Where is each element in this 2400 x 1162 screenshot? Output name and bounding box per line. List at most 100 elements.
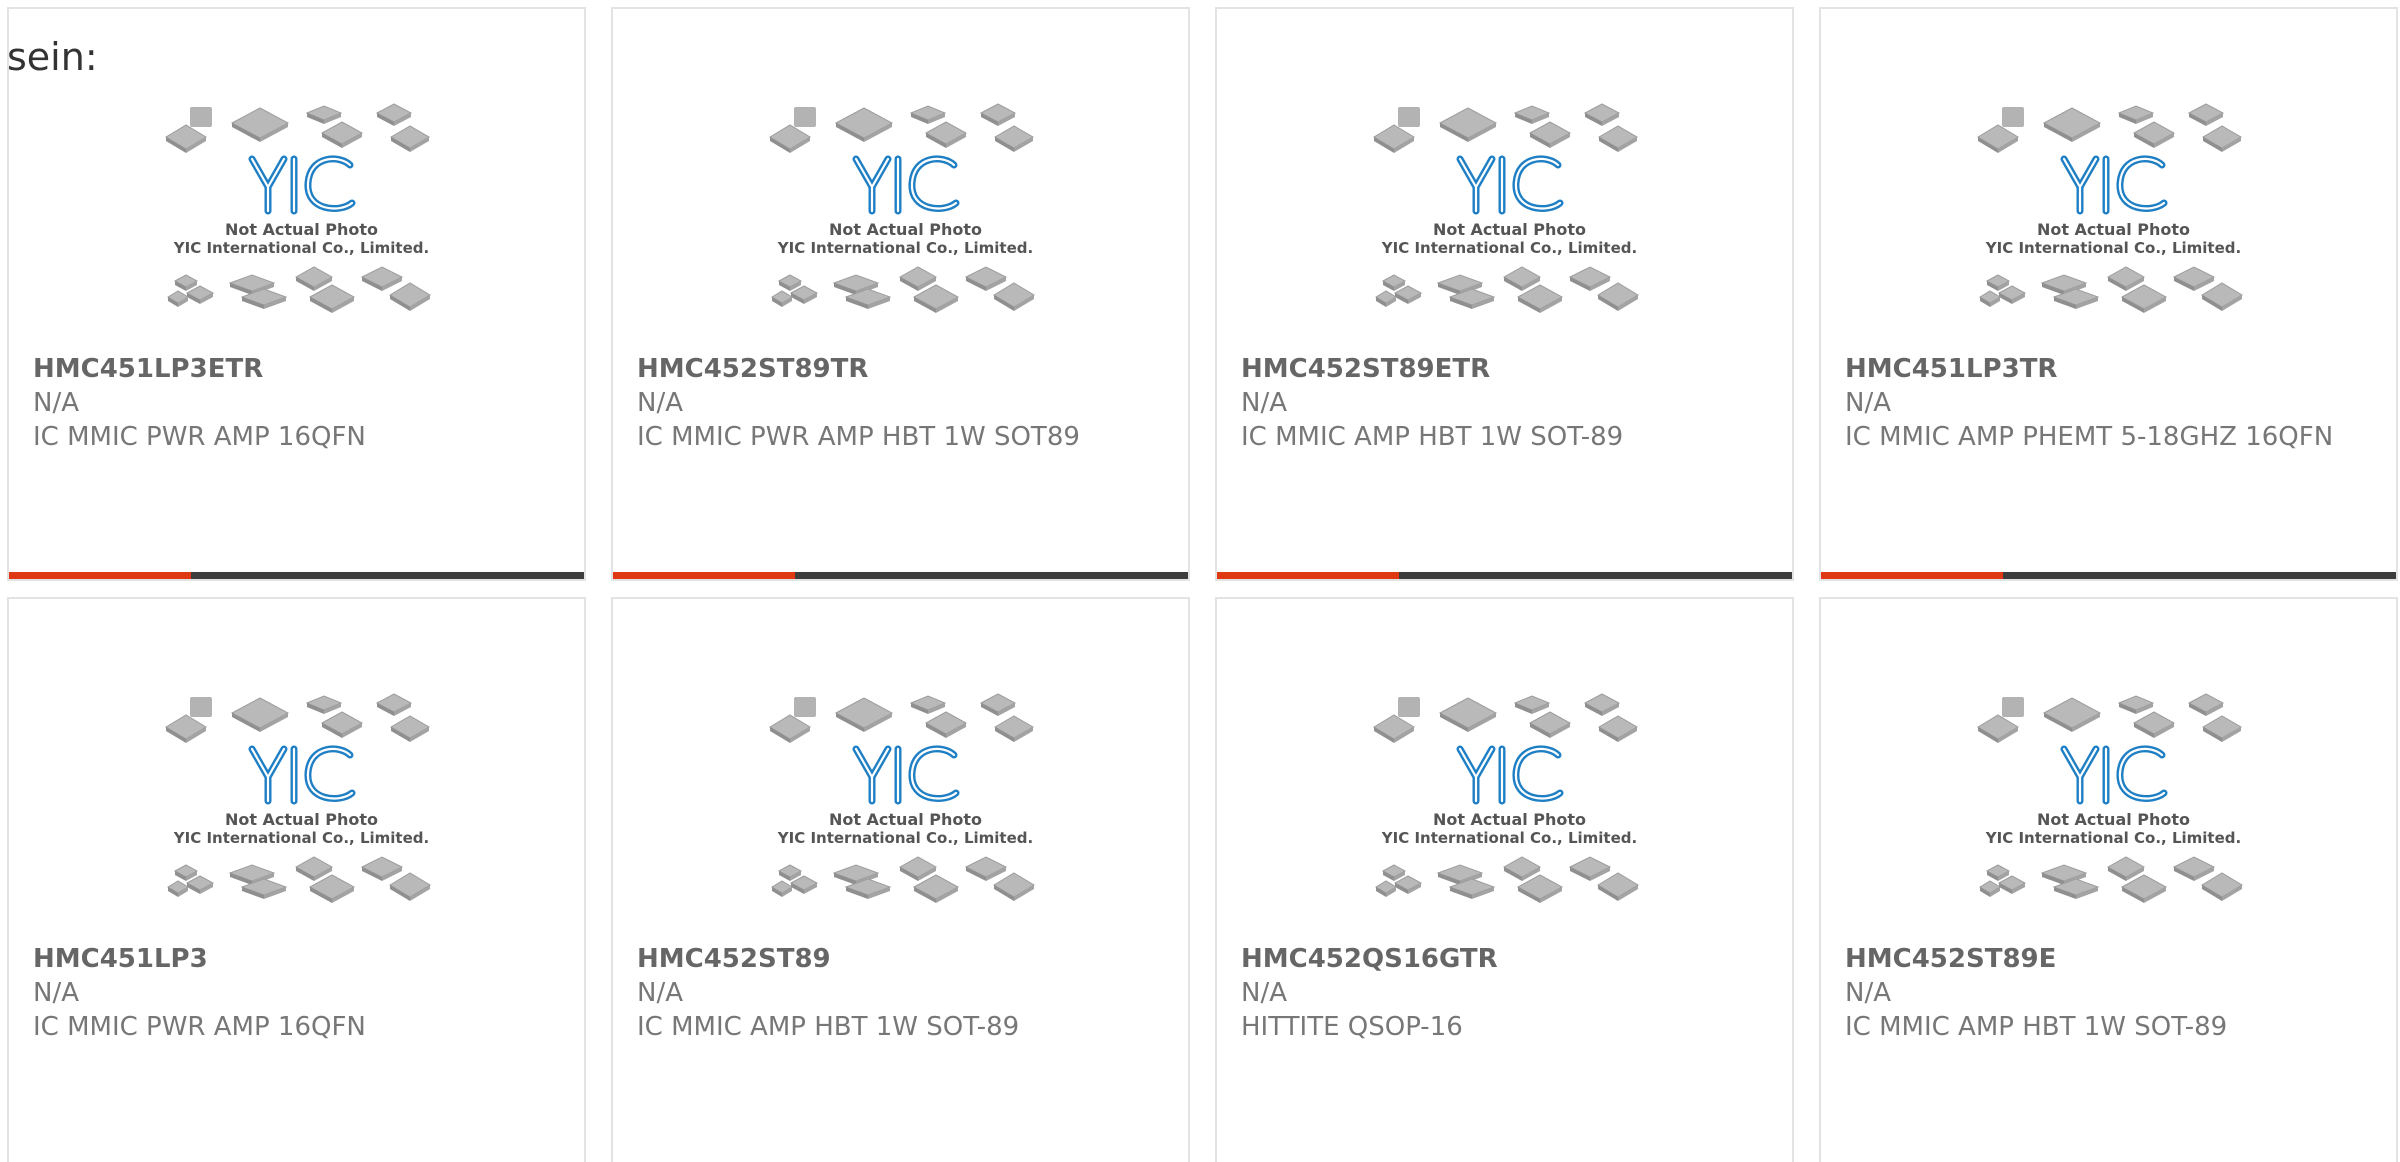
manufacturer: N/A: [33, 388, 79, 418]
part-number[interactable]: HMC451LP3TR: [1845, 352, 2372, 386]
product-info: HMC452ST89 N/A IC MMIC AMP HBT 1W SOT-89: [637, 942, 1164, 1044]
product-card[interactable]: Not Actual Photo YIC International Co., L…: [7, 597, 586, 1162]
chip-icon: [2202, 125, 2242, 152]
chip-icon: [1598, 125, 1638, 152]
placeholder-line-2: YIC International Co., Limited.: [1381, 829, 1637, 847]
chip-icon: [2042, 697, 2102, 732]
product-info: HMC451LP3 N/A IC MMIC PWR AMP 16QFN: [33, 942, 560, 1044]
chip-icon: [305, 695, 343, 714]
chip-icon: [964, 856, 1008, 881]
chip-icon: [1513, 695, 1551, 714]
chip-icon: [2132, 121, 2176, 148]
manufacturer: N/A: [637, 388, 683, 418]
yic-logo-icon: [248, 745, 356, 805]
product-card[interactable]: Not Actual Photo YIC International Co., L…: [1215, 597, 1794, 1162]
chip-icon: [389, 872, 431, 901]
yic-logo-icon: [2060, 155, 2168, 215]
chip-icon: [794, 107, 816, 127]
chip-icon: [320, 121, 364, 148]
manufacturer: N/A: [33, 978, 79, 1008]
part-number[interactable]: HMC452ST89: [637, 942, 1164, 976]
chip-icon: [173, 274, 199, 291]
placeholder-line-2: YIC International Co., Limited.: [1381, 239, 1637, 257]
yic-logo-icon: [248, 155, 356, 215]
chip-icon: [789, 285, 819, 304]
part-number[interactable]: HMC451LP3ETR: [33, 352, 560, 386]
chip-icon: [2202, 715, 2242, 742]
product-card[interactable]: Not Actual Photo YIC International Co., L…: [1819, 7, 2398, 581]
product-info: HMC452ST89E N/A IC MMIC AMP HBT 1W SOT-8…: [1845, 942, 2372, 1044]
chip-icon: [964, 266, 1008, 291]
product-info: HMC451LP3TR N/A IC MMIC AMP PHEMT 5-18GH…: [1845, 352, 2372, 454]
placeholder-line-2: YIC International Co., Limited.: [1985, 239, 2241, 257]
chip-icon: [1977, 124, 2019, 153]
chip-icon: [777, 274, 803, 291]
product-info: HMC452ST89TR N/A IC MMIC PWR AMP HBT 1W …: [637, 352, 1164, 454]
chip-icon: [1438, 697, 1498, 732]
chip-icon: [1598, 715, 1638, 742]
chip-icon: [167, 880, 189, 897]
chip-icon: [2002, 697, 2024, 717]
chip-icon: [390, 715, 430, 742]
product-info: HMC451LP3ETR N/A IC MMIC PWR AMP 16QFN: [33, 352, 560, 454]
chip-icon: [924, 711, 968, 738]
chip-icon: [2187, 693, 2225, 716]
card-bottom-bar: [1217, 572, 1792, 579]
chip-icon: [979, 103, 1017, 126]
description: IC MMIC PWR AMP 16QFN: [33, 1012, 366, 1042]
product-card[interactable]: Not Actual Photo YIC International Co., L…: [1819, 597, 2398, 1162]
chip-icon: [390, 125, 430, 152]
manufacturer: N/A: [1241, 388, 1287, 418]
chip-icon: [375, 693, 413, 716]
part-number[interactable]: HMC452ST89TR: [637, 352, 1164, 386]
lead-text: sein:: [7, 35, 98, 79]
card-bar-accent: [1821, 572, 2003, 579]
placeholder-line-1: Not Actual Photo: [1433, 810, 1586, 829]
chip-icon: [771, 290, 793, 307]
chip-icon: [173, 864, 199, 881]
placeholder-graphic: Not Actual PhotoYIC International Co., L…: [165, 103, 431, 313]
chip-icon: [2172, 856, 2216, 881]
product-card[interactable]: Not Actual Photo YIC International Co., L…: [7, 7, 586, 581]
chip-icon: [1977, 714, 2019, 743]
product-card[interactable]: Not Actual Photo YIC International Co., L…: [1215, 7, 1794, 581]
part-number[interactable]: HMC451LP3: [33, 942, 560, 976]
chip-icon: [909, 695, 947, 714]
chip-icon: [834, 107, 894, 142]
chip-icon: [993, 282, 1035, 311]
page: sein: Not Actual Photo YIC International …: [0, 0, 2400, 1162]
part-number[interactable]: HMC452ST89ETR: [1241, 352, 1768, 386]
product-card[interactable]: Not Actual Photo YIC International Co., L…: [611, 597, 1190, 1162]
chip-icon: [165, 714, 207, 743]
chip-icon: [1381, 274, 1407, 291]
description: IC MMIC AMP PHEMT 5-18GHZ 16QFN: [1845, 422, 2334, 452]
placeholder-line-2: YIC International Co., Limited.: [777, 829, 1033, 847]
product-photo-placeholder: Not Actual Photo YIC International Co., L…: [1372, 689, 1647, 939]
chip-icon: [185, 875, 215, 894]
chip-icon: [1568, 266, 1612, 291]
chip-icon: [1398, 697, 1420, 717]
placeholder-line-1: Not Actual Photo: [2037, 810, 2190, 829]
chip-icon: [1373, 714, 1415, 743]
chip-icon: [834, 697, 894, 732]
chip-icon: [2117, 695, 2155, 714]
chip-icon: [1597, 282, 1639, 311]
chip-icon: [360, 856, 404, 881]
chip-icon: [2132, 711, 2176, 738]
placeholder-line-1: Not Actual Photo: [829, 810, 982, 829]
card-bottom-bar: [613, 572, 1188, 579]
part-number[interactable]: HMC452ST89E: [1845, 942, 2372, 976]
part-number[interactable]: HMC452QS16GTR: [1241, 942, 1768, 976]
chip-icon: [909, 105, 947, 124]
product-info: HMC452QS16GTR N/A HITTITE QSOP-16: [1241, 942, 1768, 1044]
chip-icon: [994, 715, 1034, 742]
product-photo-placeholder: Not Actual Photo YIC International Co., L…: [1976, 689, 2251, 939]
product-photo-placeholder: Not Actual Photo YIC International Co., L…: [768, 689, 1043, 939]
card-bottom-bar: [9, 572, 584, 579]
product-card[interactable]: Not Actual Photo YIC International Co., L…: [611, 7, 1190, 581]
chip-icon: [1393, 875, 1423, 894]
chip-icon: [994, 125, 1034, 152]
chip-icon: [2187, 103, 2225, 126]
chip-icon: [375, 103, 413, 126]
chip-icon: [993, 872, 1035, 901]
